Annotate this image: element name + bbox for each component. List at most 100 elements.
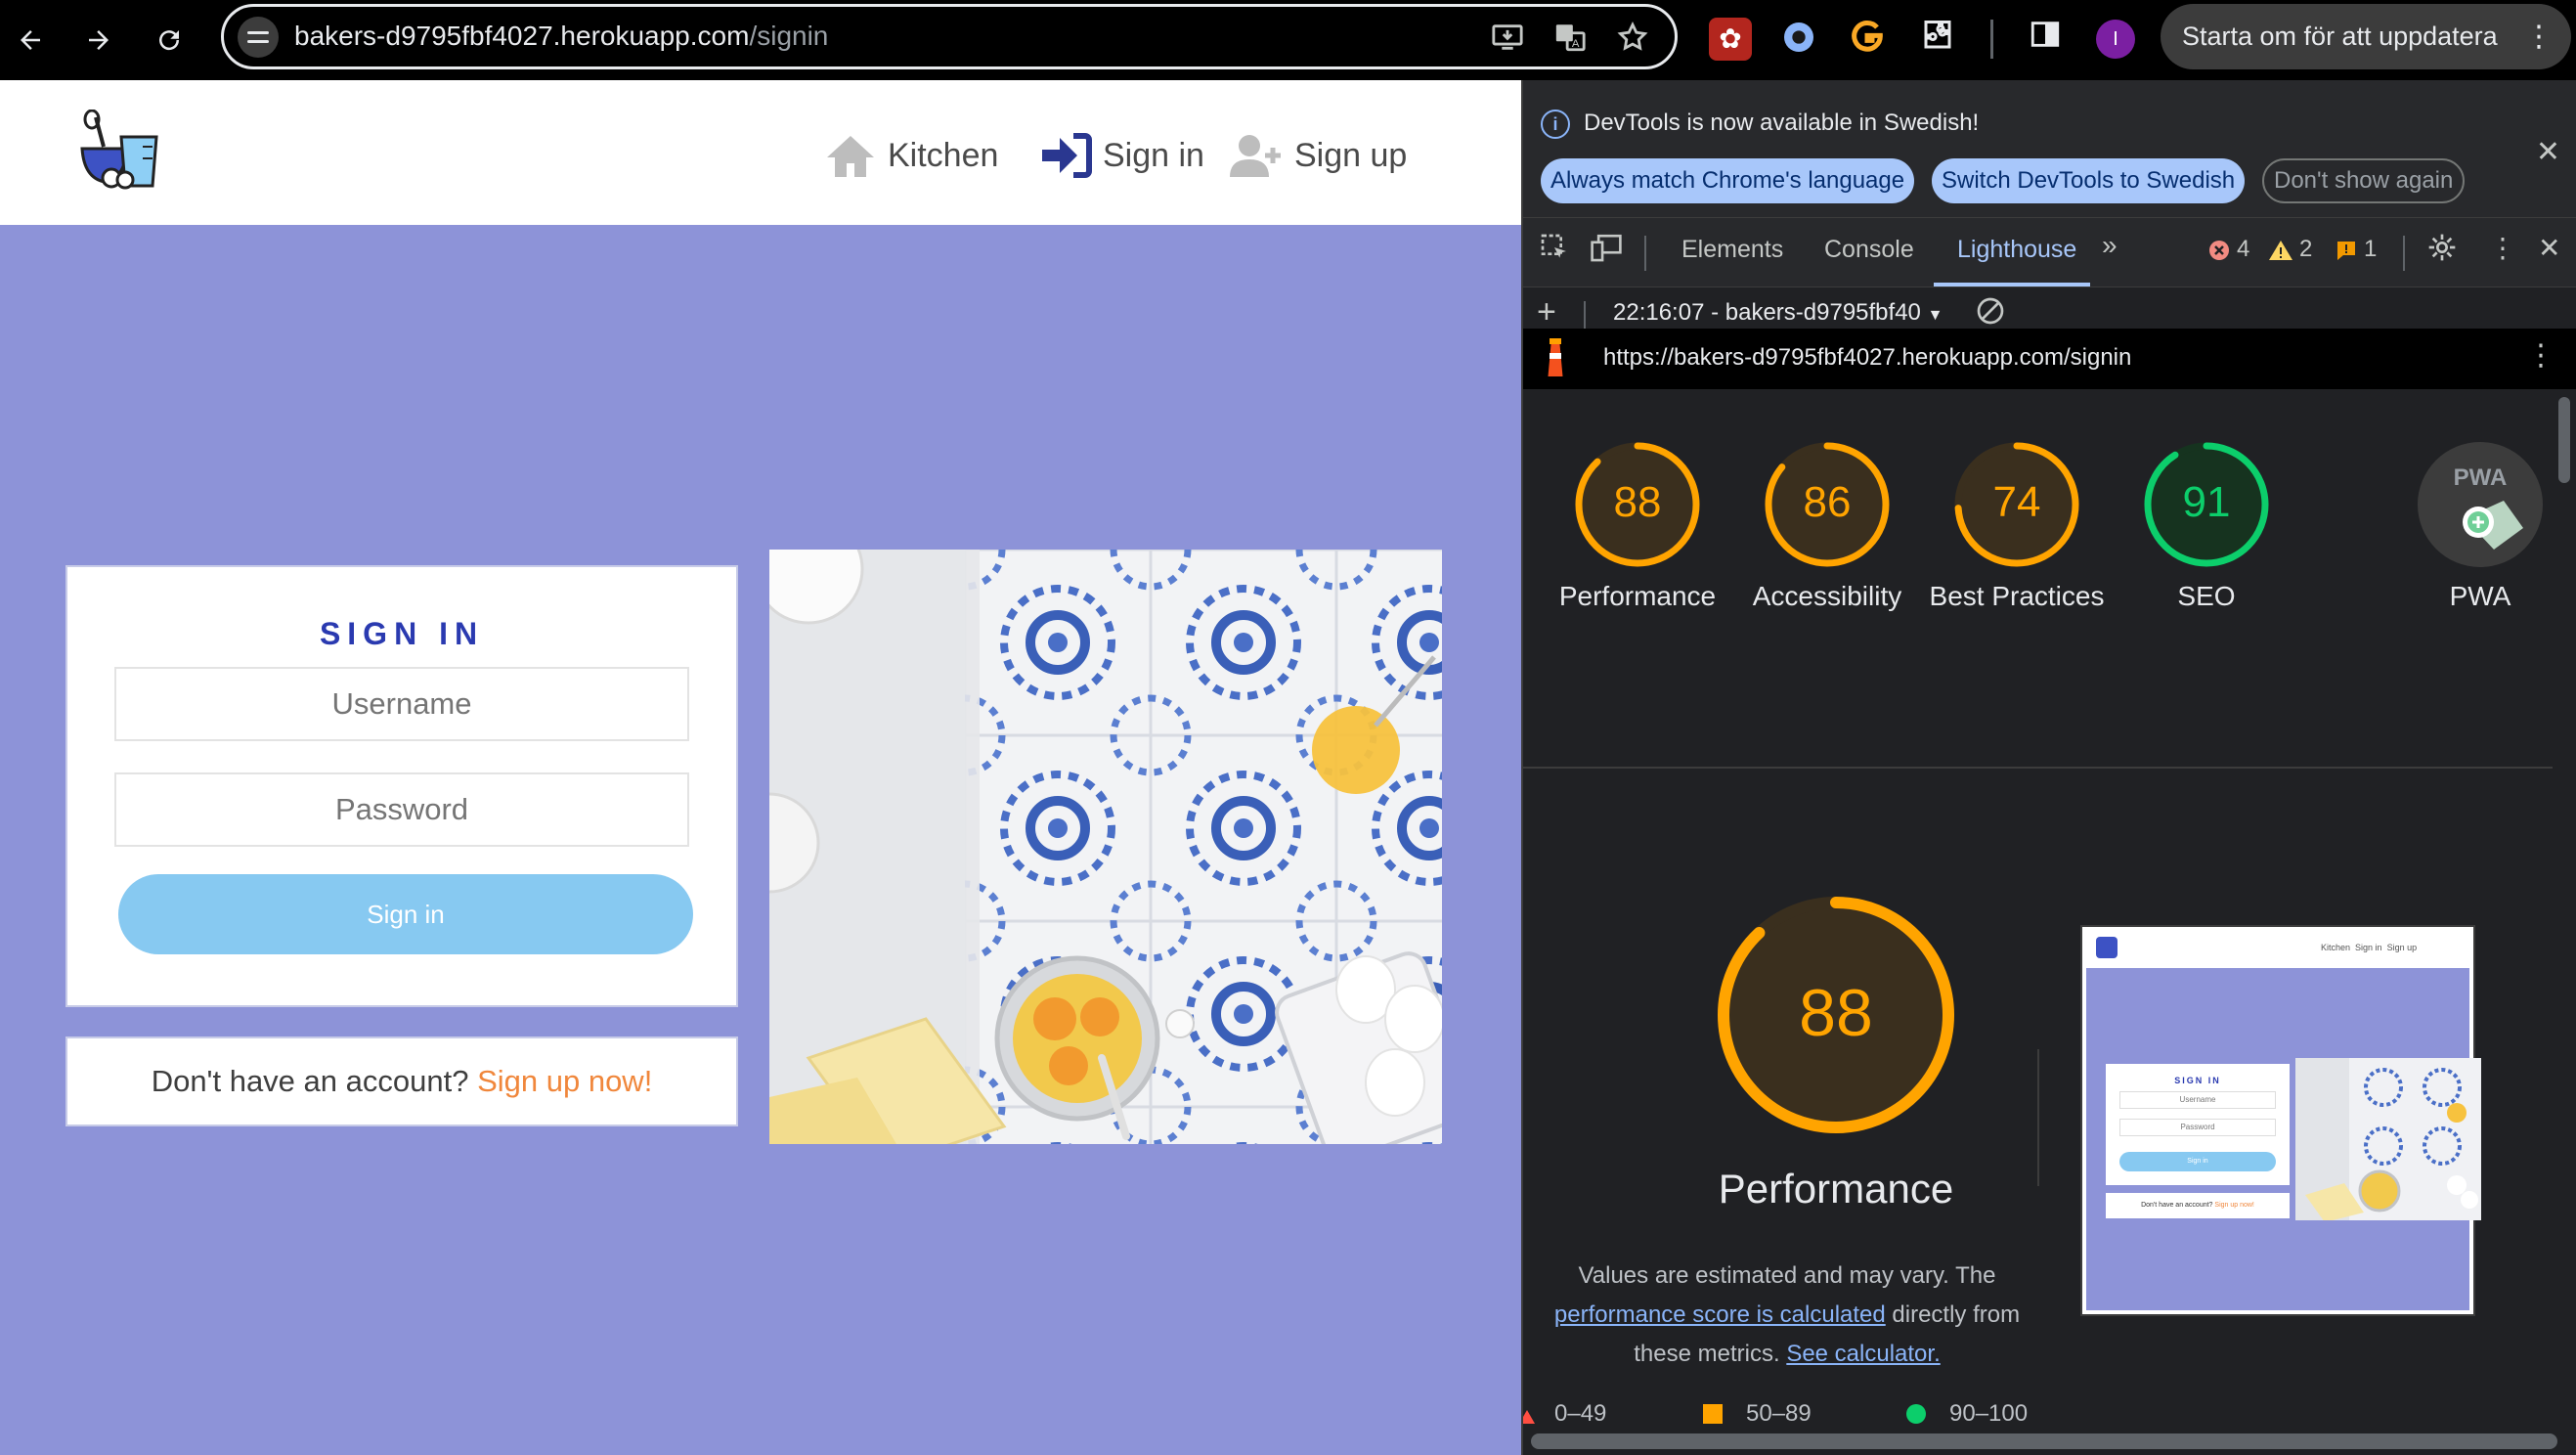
extensions-puzzle-icon[interactable] — [1916, 18, 1959, 61]
gauge-ring-seo: 91 — [2144, 442, 2269, 567]
password-input[interactable] — [114, 772, 689, 847]
gauge-value-seo: 91 — [2183, 478, 2231, 526]
horizontal-scrollbar[interactable] — [1531, 1433, 2557, 1449]
match-chrome-language-button[interactable]: Always match Chrome's language — [1541, 158, 1915, 203]
reload-icon[interactable] — [143, 14, 196, 66]
close-devtools-icon[interactable]: ✕ — [2538, 232, 2560, 264]
update-label: Starta om för att uppdatera — [2182, 22, 2498, 51]
nav-signup-link[interactable]: Sign up — [1228, 129, 1407, 182]
gauge-best-practices[interactable]: 74 Best Practices — [1924, 440, 2110, 616]
warning-count[interactable]: 2 — [2299, 236, 2312, 263]
gauge-value-performance: 88 — [1614, 478, 1662, 526]
language-infobar: i DevTools is now available in Swedish! … — [1523, 80, 2576, 217]
inspect-element-icon[interactable] — [1539, 232, 1570, 270]
section-divider — [1523, 767, 2554, 769]
vertical-scroll-thumb[interactable] — [2558, 397, 2570, 483]
gauge-value-best-practices: 74 — [1993, 478, 2041, 526]
browser-toolbar: bakers-d9795fbf4027.herokuapp.com/signin… — [0, 0, 2576, 80]
issues-icon[interactable] — [2335, 238, 2358, 269]
error-icon[interactable] — [2207, 238, 2231, 269]
thumb-signup-card: Don't have an account? Sign up now! — [2106, 1193, 2290, 1218]
close-icon[interactable]: ✕ — [2536, 135, 2560, 169]
more-tabs-chevron-icon[interactable]: » — [2102, 230, 2118, 261]
nav-signin-link[interactable]: Sign in — [1036, 129, 1204, 182]
gauge-label-pwa: PWA — [2449, 581, 2511, 611]
home-icon — [821, 131, 880, 180]
tab-lighthouse[interactable]: Lighthouse — [1957, 236, 2076, 264]
note-text-1: Values are estimated and may vary. The — [1578, 1262, 1996, 1289]
nav-kitchen-label: Kitchen — [888, 136, 999, 174]
report-menu-icon[interactable]: ⋮ — [2526, 338, 2555, 373]
devtools-tabbar: Elements Console Lighthouse » 4 2 1 ⋮ ✕ — [1523, 217, 2576, 287]
language-message: DevTools is now available in Swedish! — [1584, 110, 1980, 136]
webpage-viewport: Kitchen Sign in Sign up SIGN IN Sign in … — [0, 80, 1521, 1455]
nav-signup-label: Sign up — [1294, 136, 1408, 174]
lighthouse-icon — [1541, 338, 1570, 384]
score-calculated-link[interactable]: performance score is calculated — [1554, 1301, 1886, 1328]
gauge-seo[interactable]: 91 SEO — [2114, 440, 2299, 616]
page-screenshot-thumbnail[interactable]: Kitchen Sign in Sign up SIGN IN Username… — [2080, 925, 2481, 1316]
thumb-hero-image — [2295, 1058, 2481, 1220]
signin-button[interactable]: Sign in — [118, 874, 693, 954]
legend-green-label: 90–100 — [1949, 1400, 2029, 1427]
bakers-logo[interactable] — [74, 109, 172, 198]
gauge-pwa[interactable]: PWA PWA — [2387, 440, 2554, 616]
thumb-nav: Kitchen Sign in Sign up — [2321, 943, 2418, 952]
hero-image — [769, 550, 1442, 1144]
gauge-performance[interactable]: 88 Performance — [1545, 440, 1730, 616]
restart-to-update-button[interactable]: Starta om för att uppdatera ⋮ — [2161, 4, 2571, 69]
gauge-ring-best-practices: 74 — [1954, 442, 2079, 567]
extension-circle-icon[interactable] — [1777, 18, 1820, 61]
device-toolbar-icon[interactable] — [1590, 232, 1623, 270]
gauge-label-best-practices: Best Practices — [1929, 581, 2105, 611]
issues-count[interactable]: 1 — [2364, 236, 2377, 263]
tab-elements[interactable]: Elements — [1681, 236, 1783, 264]
dont-show-again-button[interactable]: Don't show again — [2262, 158, 2466, 203]
side-panel-icon[interactable] — [2024, 18, 2067, 61]
forward-arrow-icon[interactable] — [72, 14, 125, 66]
profile-avatar[interactable]: I — [2096, 20, 2135, 59]
username-input[interactable] — [114, 667, 689, 741]
see-calculator-link[interactable]: See calculator. — [1786, 1341, 1940, 1367]
thumbnail-separator — [2037, 1049, 2039, 1186]
thumb-logo — [2096, 937, 2118, 958]
performance-big-gauge: 88 Performance — [1650, 893, 2022, 1212]
tab-console[interactable]: Console — [1824, 236, 1914, 264]
performance-big-label: Performance — [1718, 1166, 1954, 1212]
report-url[interactable]: https://bakers-d9795fbf4027.herokuapp.co… — [1603, 344, 2131, 372]
kebab-menu-icon[interactable]: ⋮ — [2524, 4, 2554, 69]
svg-text:88: 88 — [1799, 976, 1873, 1050]
switch-to-swedish-button[interactable]: Switch DevTools to Swedish — [1932, 158, 2246, 203]
error-count[interactable]: 4 — [2237, 236, 2249, 263]
gauge-label-seo: SEO — [2177, 581, 2236, 611]
thumb-body: SIGN IN Username Password Sign in Don't … — [2086, 968, 2481, 1310]
vertical-scrollbar[interactable] — [2553, 389, 2576, 1455]
url-text[interactable]: bakers-d9795fbf4027.herokuapp.com/signin — [294, 21, 828, 52]
signup-now-link[interactable]: Sign up now! — [477, 1064, 652, 1098]
address-bar[interactable]: bakers-d9795fbf4027.herokuapp.com/signin… — [221, 4, 1678, 69]
gauge-accessibility[interactable]: 86 Accessibility — [1734, 440, 1920, 616]
gauge-label-accessibility: Accessibility — [1752, 581, 1902, 611]
site-settings-icon[interactable] — [238, 17, 279, 58]
legend-red-label: 0–49 — [1554, 1400, 1607, 1427]
extension-red-icon[interactable]: ✿ — [1709, 18, 1752, 61]
signup-prompt-card: Don't have an account? Sign up now! — [65, 1036, 738, 1126]
devtools-panel: i DevTools is now available in Swedish! … — [1521, 80, 2576, 1455]
user-plus-icon — [1228, 131, 1287, 180]
translate-icon[interactable]: A — [1551, 21, 1589, 58]
back-arrow-icon[interactable] — [4, 14, 57, 66]
thumb-header: Kitchen Sign in Sign up — [2086, 931, 2469, 968]
devtools-menu-icon[interactable]: ⋮ — [2489, 232, 2516, 264]
lighthouse-report: 88 Performance 86 Accessibility 74 Best Pract… — [1523, 389, 2554, 1455]
performance-note: Values are estimated and may vary. The p… — [1533, 1257, 2041, 1374]
warning-icon[interactable] — [2268, 238, 2293, 269]
report-selector[interactable]: 22:16:07 - bakers-d9795fbf40 ▼ — [1613, 299, 1943, 327]
install-app-icon[interactable] — [1489, 21, 1526, 58]
bookmark-star-icon[interactable] — [1614, 21, 1651, 58]
dropdown-caret-icon: ▼ — [1927, 307, 1943, 324]
lighthouse-url-bar: https://bakers-d9795fbf4027.herokuapp.co… — [1523, 329, 2576, 389]
new-report-plus-icon[interactable]: + — [1537, 293, 1556, 331]
nav-kitchen-link[interactable]: Kitchen — [821, 129, 998, 182]
settings-gear-icon[interactable] — [2426, 232, 2458, 270]
extension-g-icon[interactable] — [1846, 18, 1889, 61]
